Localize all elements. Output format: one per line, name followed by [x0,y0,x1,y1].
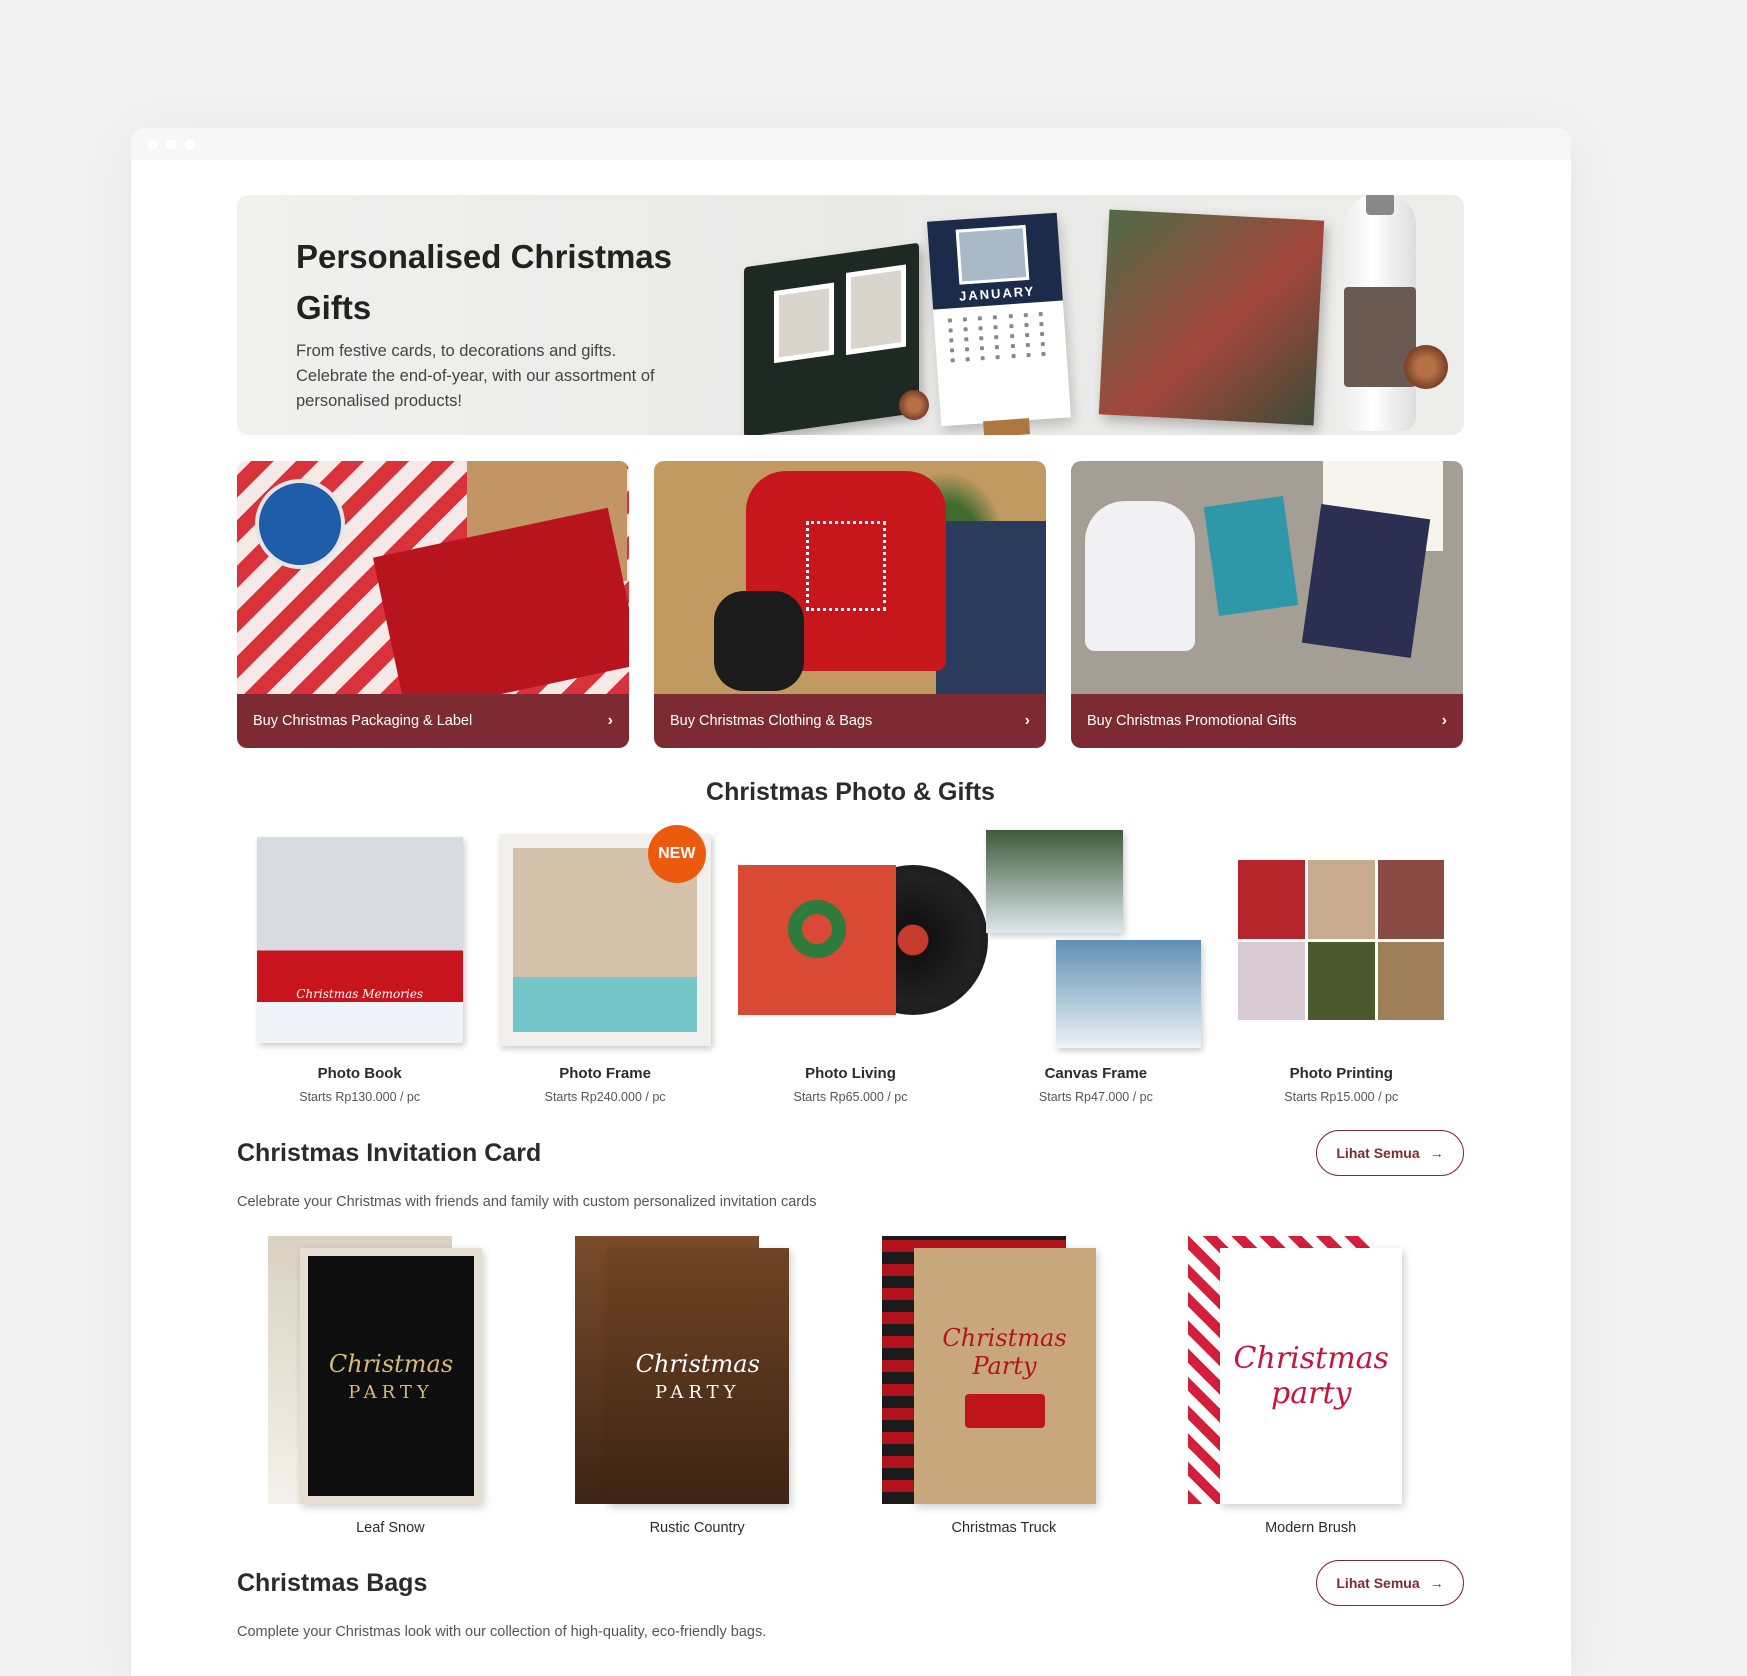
invitation-leaf-snow[interactable]: Christmas PARTY Leaf Snow [237,1236,544,1536]
category-label: Buy Christmas Promotional Gifts [1087,713,1297,729]
invitation-name: Leaf Snow [356,1520,425,1536]
see-all-label: Lihat Semua [1336,1575,1420,1591]
see-all-label: Lihat Semua [1336,1145,1420,1161]
category-card-clothing[interactable]: Buy Christmas Clothing & Bags › [654,461,1046,748]
bags-section-header: Christmas Bags Lihat Semua → [237,1560,1464,1606]
product-name: Photo Living [805,1065,896,1082]
photo-gifts-title: Christmas Photo & Gifts [706,778,995,806]
photo-printing-image [1238,860,1445,1020]
photo-book-image: Christmas Memories [256,837,463,1043]
product-name: Photo Book [317,1065,402,1082]
hero-photo-book [744,242,919,435]
arrow-right-icon: → [1429,1145,1444,1161]
product-photo-printing[interactable]: Photo Printing Starts Rp15.000 / pc [1219,825,1464,1104]
hero-description: From festive cards, to decorations and g… [296,342,655,410]
card-subtitle: PARTY [348,1381,434,1403]
card-title: Christmas [635,1349,760,1378]
category-cards: Buy Christmas Packaging & Label › Buy Ch… [237,461,1464,748]
invitation-name: Christmas Truck [951,1520,1057,1536]
truck-icon [964,1394,1045,1428]
category-card-packaging[interactable]: Buy Christmas Packaging & Label › [237,461,629,748]
invitation-description: Celebrate your Christmas with friends an… [237,1194,817,1210]
invitation-modern-brush[interactable]: Christmas party Modern Brush [1157,1236,1464,1536]
chevron-right-icon: › [1441,712,1447,729]
browser-window: Personalised Christmas Gifts From festiv… [131,128,1571,1676]
product-price: Starts Rp47.000 / pc [1038,1090,1153,1104]
browser-title-bar [131,128,1571,160]
invitation-section-header: Christmas Invitation Card Lihat Semua → [237,1130,1464,1176]
card-subtitle: Party [972,1352,1037,1380]
category-link-promotional[interactable]: Buy Christmas Promotional Gifts › [1071,694,1463,748]
invitation-rustic-country[interactable]: Christmas PARTY Rustic Country [544,1236,851,1536]
product-price: Starts Rp240.000 / pc [544,1090,666,1104]
promotional-image [1071,461,1463,694]
pinecone-icon [899,390,929,420]
category-link-packaging[interactable]: Buy Christmas Packaging & Label › [237,694,629,748]
hero-desk-calendar: JANUARY [927,212,1071,435]
window-dot-icon [185,138,196,150]
chevron-right-icon: › [607,712,613,729]
clothing-image [654,461,1046,694]
product-price: Starts Rp130.000 / pc [299,1090,421,1104]
hero-banner: Personalised Christmas Gifts From festiv… [237,195,1464,435]
bags-description: Complete your Christmas look with our co… [237,1624,767,1640]
category-label: Buy Christmas Clothing & Bags [670,713,873,729]
product-canvas-frame[interactable]: Canvas Frame Starts Rp47.000 / pc [973,825,1218,1104]
hero-title: Personalised Christmas Gifts [296,238,672,326]
bags-title: Christmas Bags [237,1568,428,1597]
invitation-card-image: Christmas Party [913,1248,1096,1504]
category-link-clothing[interactable]: Buy Christmas Clothing & Bags › [654,694,1046,748]
invitation-card-image: Christmas party [1220,1248,1403,1504]
product-photo-living[interactable]: Photo Living Starts Rp65.000 / pc [728,825,988,1104]
card-title: Christmas [328,1349,454,1378]
product-photo-book[interactable]: Christmas Memories Photo Book Starts Rp1… [237,825,482,1104]
invitation-card-image: Christmas PARTY [300,1248,482,1504]
invitation-christmas-truck[interactable]: Christmas Party Christmas Truck [851,1236,1158,1536]
category-label: Buy Christmas Packaging & Label [253,713,473,729]
invitation-name: Modern Brush [1265,1520,1357,1536]
invitation-see-all-button[interactable]: Lihat Semua → [1316,1130,1464,1176]
card-title: Christmas [942,1324,1067,1352]
photo-book-label: Christmas Memories [296,987,424,1001]
photo-gifts-list: Christmas Memories Photo Book Starts Rp1… [237,825,1464,1104]
product-photo-frame[interactable]: NEW Photo Frame Starts Rp240.000 / pc [482,825,727,1104]
card-title: Christmas [1233,1341,1389,1376]
vinyl-record-image [737,865,988,1015]
invitation-title: Christmas Invitation Card [237,1138,542,1167]
hero-family-canvas [1098,209,1325,426]
new-badge: NEW [647,825,706,883]
window-dot-icon [166,138,177,150]
hero-water-bottle [1344,195,1416,431]
product-name: Photo Printing [1289,1065,1393,1082]
invitation-name: Rustic Country [649,1520,745,1536]
packaging-image [237,461,629,694]
window-dot-icon [147,138,158,150]
product-price: Starts Rp65.000 / pc [793,1090,908,1104]
hero-product-collage: JANUARY [704,195,1464,435]
product-name: Canvas Frame [1044,1065,1148,1082]
card-subtitle: party [1271,1376,1352,1411]
canvas-frame-image [985,830,1206,1050]
chevron-right-icon: › [1024,712,1030,729]
arrow-right-icon: → [1429,1575,1444,1591]
invitation-card-image: Christmas PARTY [606,1248,789,1504]
product-name: Photo Frame [559,1065,651,1082]
product-price: Starts Rp15.000 / pc [1284,1090,1399,1104]
page-content: Personalised Christmas Gifts From festiv… [237,195,1464,1640]
invitation-list: Christmas PARTY Leaf Snow Christmas PART… [237,1236,1464,1536]
card-subtitle: PARTY [654,1381,741,1403]
bags-see-all-button[interactable]: Lihat Semua → [1316,1560,1464,1606]
pinecone-icon [1404,345,1448,389]
category-card-promotional[interactable]: Buy Christmas Promotional Gifts › [1071,461,1463,748]
